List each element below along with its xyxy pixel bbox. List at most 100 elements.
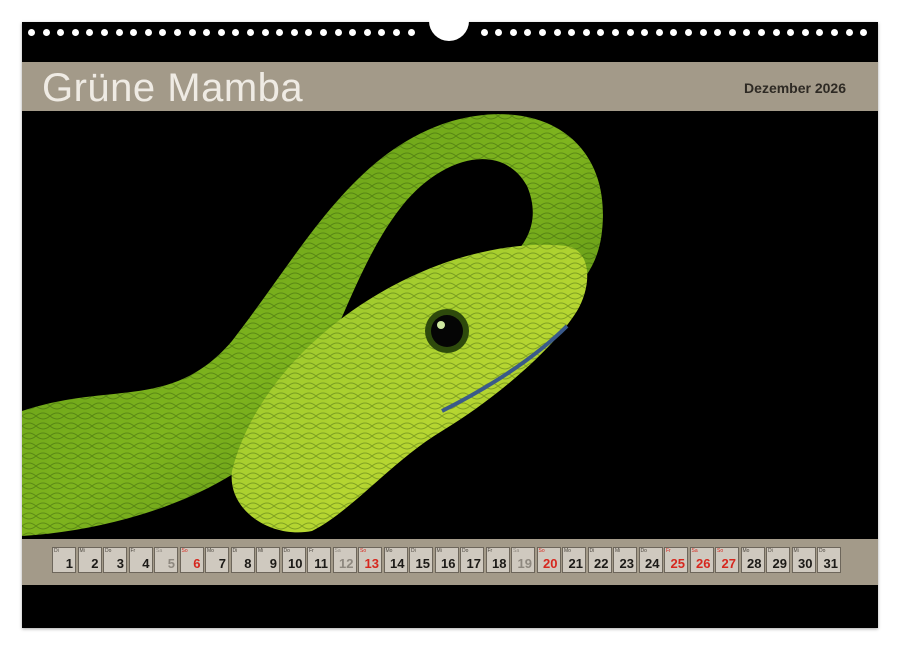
day-number: 15 bbox=[415, 556, 430, 571]
day-cell: Mo 28 bbox=[740, 547, 765, 573]
binding-hole bbox=[758, 29, 765, 36]
binding-hole bbox=[495, 29, 503, 36]
binding-hole bbox=[71, 29, 79, 36]
day-number: 20 bbox=[543, 556, 558, 571]
weekday-label: Do bbox=[105, 548, 112, 554]
binding-hole bbox=[305, 29, 313, 36]
day-cell: Fr 18 bbox=[485, 547, 510, 573]
hanger-cutout bbox=[429, 8, 469, 41]
weekday-label: Mo bbox=[207, 548, 214, 554]
day-cell: Mo 14 bbox=[383, 547, 408, 573]
binding-hole bbox=[57, 29, 65, 36]
day-cell: Mo 21 bbox=[562, 547, 586, 573]
binding-hole bbox=[714, 29, 722, 36]
weekday-label: Mi bbox=[793, 548, 799, 554]
binding-hole bbox=[597, 29, 605, 36]
day-number: 17 bbox=[466, 556, 481, 571]
day-number: 31 bbox=[823, 556, 838, 571]
binding-hole bbox=[101, 29, 108, 36]
binding-hole bbox=[247, 29, 254, 36]
day-cell: Di 8 bbox=[230, 547, 255, 573]
binding-hole bbox=[670, 29, 678, 36]
binding-hole bbox=[261, 29, 269, 36]
binding-hole bbox=[831, 29, 838, 36]
weekday-label: Di bbox=[411, 548, 416, 554]
day-number: 16 bbox=[441, 556, 456, 571]
day-number: 13 bbox=[364, 556, 379, 571]
weekday-label: Mi bbox=[79, 548, 85, 554]
binding-hole bbox=[130, 29, 138, 36]
weekday-label: Fr bbox=[309, 548, 314, 554]
day-cell: Sa 26 bbox=[689, 547, 714, 573]
day-cell: So 6 bbox=[179, 547, 204, 573]
binding-hole bbox=[612, 29, 619, 36]
month-label: Dezember 2026 bbox=[744, 80, 846, 96]
day-number: 9 bbox=[269, 556, 277, 571]
weekday-label: Fr bbox=[666, 548, 671, 554]
binding-hole bbox=[407, 29, 415, 36]
day-cell: Sa 19 bbox=[511, 547, 535, 573]
day-cell: Di 22 bbox=[587, 547, 612, 573]
binding-hole bbox=[320, 29, 327, 36]
weekday-label: Mi bbox=[436, 548, 442, 554]
binding-hole bbox=[378, 29, 386, 36]
binding-hole bbox=[393, 29, 400, 36]
weekday-label: Sa bbox=[334, 548, 341, 554]
calendar-page: Grüne Mamba Dezember 2026 Di 1 Mi 2 Do 3… bbox=[22, 8, 878, 628]
weekday-label: Do bbox=[819, 548, 826, 554]
binding-hole bbox=[159, 29, 167, 36]
day-cell: Di 29 bbox=[766, 547, 790, 573]
day-cell: Fr 11 bbox=[307, 547, 331, 573]
binding-hole bbox=[772, 29, 780, 36]
day-number: 22 bbox=[594, 556, 609, 571]
binding-hole bbox=[174, 29, 181, 36]
weekday-label: Mi bbox=[258, 548, 264, 554]
binding-hole bbox=[728, 29, 736, 36]
binding-hole bbox=[787, 29, 795, 36]
calendar-title: Grüne Mamba bbox=[42, 66, 304, 110]
binding-hole bbox=[115, 29, 123, 36]
day-cell: Mi 16 bbox=[434, 547, 459, 573]
binding-hole bbox=[582, 29, 590, 36]
weekday-label: So bbox=[538, 548, 545, 554]
day-number: 14 bbox=[390, 556, 405, 571]
day-number: 2 bbox=[91, 556, 99, 571]
binding-hole bbox=[363, 29, 371, 36]
snake-photo bbox=[22, 111, 878, 539]
binding-hole bbox=[524, 29, 532, 36]
binding-hole bbox=[203, 29, 211, 36]
day-cell: Mi 9 bbox=[256, 547, 280, 573]
binding-hole bbox=[349, 29, 357, 36]
weekday-label: Sa bbox=[156, 548, 163, 554]
day-number: 8 bbox=[244, 556, 252, 571]
binding-hole bbox=[232, 29, 240, 36]
weekday-label: Sa bbox=[513, 548, 520, 554]
weekday-label: Fr bbox=[487, 548, 493, 554]
binding-hole bbox=[290, 29, 298, 36]
binding-hole bbox=[480, 29, 488, 36]
weekday-label: Mo bbox=[385, 548, 393, 554]
day-number: 12 bbox=[339, 556, 354, 571]
day-cell: Sa 12 bbox=[332, 547, 357, 573]
day-cell: Sa 5 bbox=[154, 547, 178, 573]
day-cell: Di 15 bbox=[409, 547, 433, 573]
binding-hole bbox=[28, 29, 35, 36]
day-number: 25 bbox=[670, 556, 685, 571]
day-cell: So 27 bbox=[715, 547, 739, 573]
weekday-label: So bbox=[181, 548, 188, 554]
weekday-label: So bbox=[360, 548, 367, 554]
weekday-label: Mi bbox=[615, 548, 621, 554]
day-number: 27 bbox=[721, 556, 736, 571]
day-cell: Do 31 bbox=[817, 547, 841, 573]
weekday-label: Di bbox=[232, 548, 238, 554]
binding-hole bbox=[86, 29, 94, 36]
weekday-label: Di bbox=[768, 548, 773, 554]
title-band: Grüne Mamba Dezember 2026 bbox=[22, 62, 878, 111]
binding-hole bbox=[276, 29, 284, 36]
day-number: 18 bbox=[492, 556, 507, 571]
day-number: 5 bbox=[167, 556, 175, 571]
binding-hole bbox=[626, 29, 634, 36]
day-number: 1 bbox=[65, 556, 73, 571]
weekday-label: So bbox=[717, 548, 724, 554]
binding-hole bbox=[685, 29, 692, 36]
